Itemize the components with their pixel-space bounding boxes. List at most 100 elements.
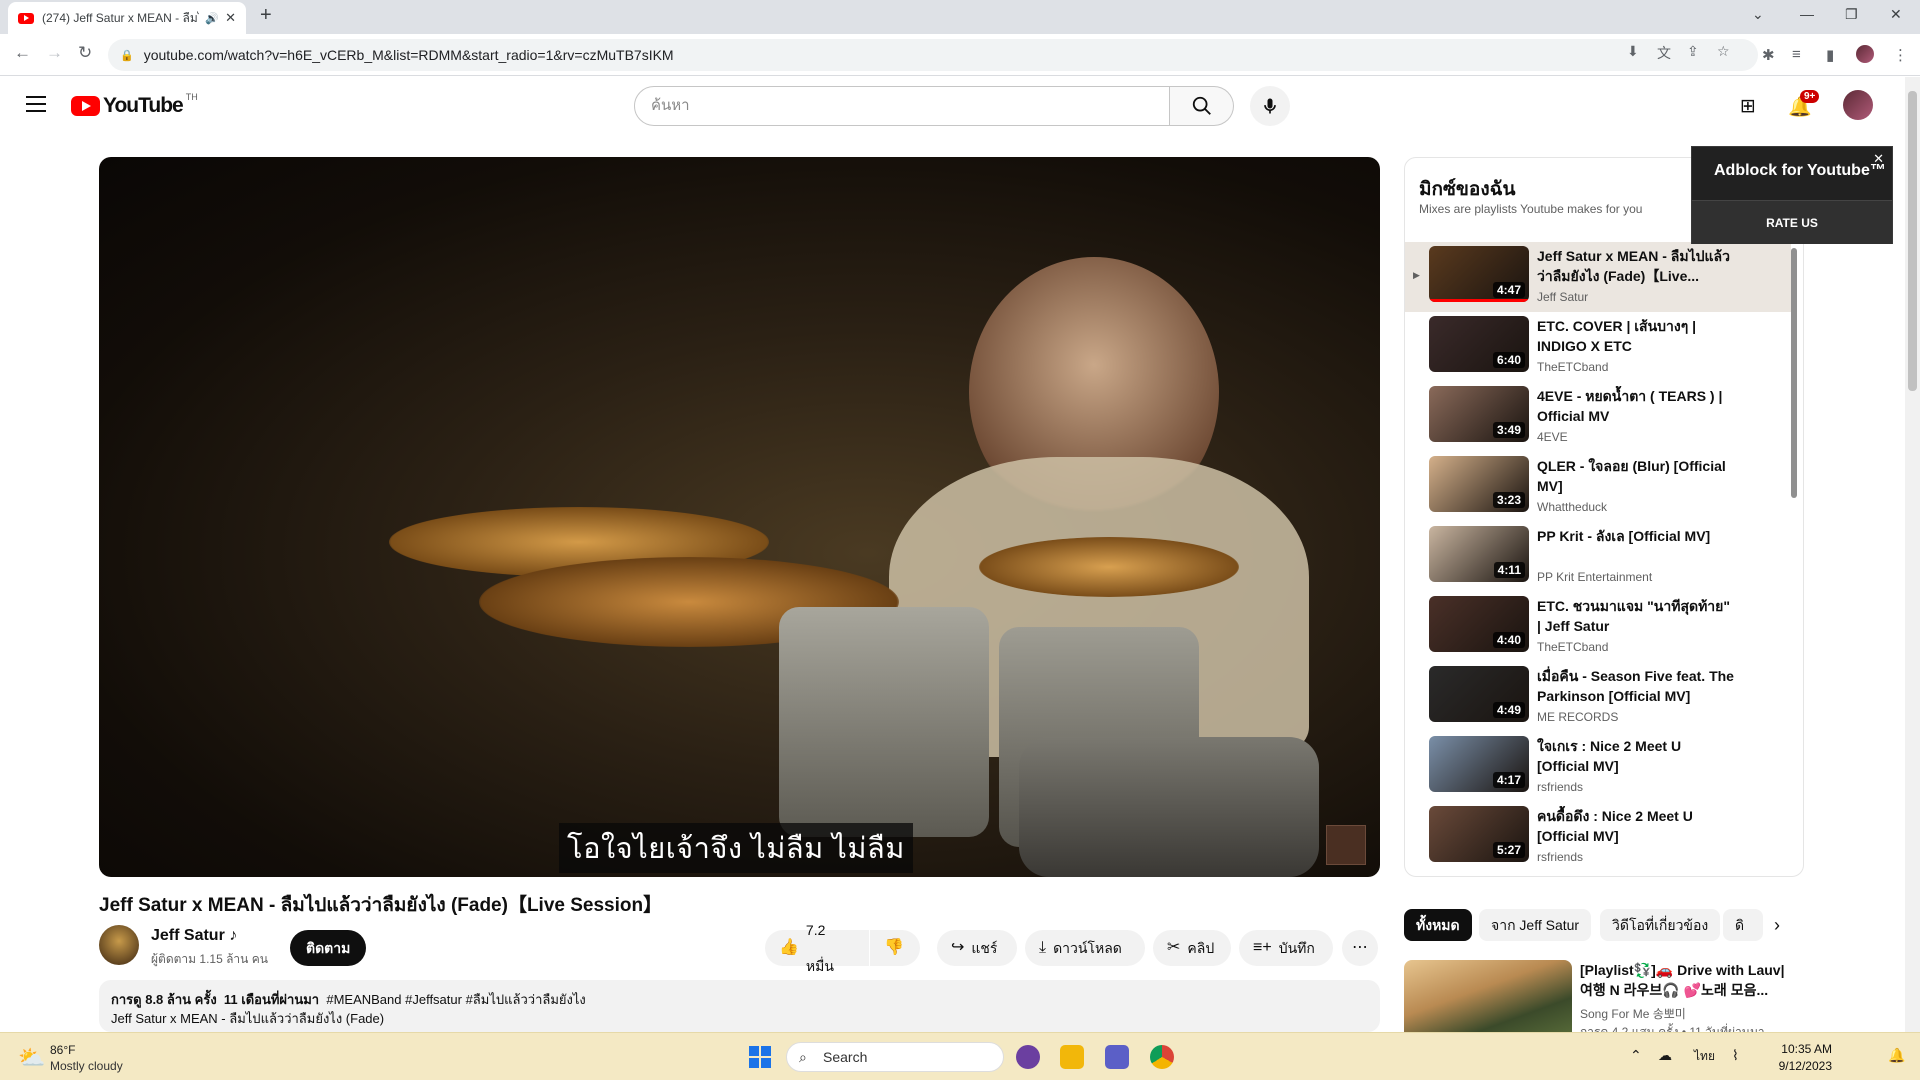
youtube-logo[interactable]: YouTube TH: [71, 92, 198, 118]
playlist-scrollbar[interactable]: [1791, 248, 1797, 498]
hashtags[interactable]: #MEANBand #Jeffsatur #ลืมไปแล้วว่าลืมยัง…: [326, 992, 585, 1007]
forward-icon[interactable]: →: [46, 43, 63, 63]
playlist-item-channel[interactable]: ME RECORDS: [1537, 710, 1618, 724]
notification-center-icon[interactable]: 🔔: [1888, 1047, 1905, 1064]
guide-menu-icon[interactable]: [26, 96, 46, 112]
voice-search-button[interactable]: [1250, 86, 1290, 126]
playlist-item-title[interactable]: ใจเกเร : Nice 2 Meet U [Official MV]: [1537, 736, 1737, 776]
minimize-icon[interactable]: —: [1800, 6, 1814, 22]
playlist-item[interactable]: 4:11 PP Krit - ลังเล [Official MV] PP Krit…: [1405, 522, 1791, 592]
dislike-button[interactable]: 👎: [870, 930, 920, 966]
playlist-item-title[interactable]: Jeff Satur x MEAN - ลืมไปแล้วว่าลืมยังไง…: [1537, 246, 1737, 286]
video-player[interactable]: โอใจไยเจ้าจึง ไม่ลืม ไม่ลืม: [99, 157, 1380, 877]
playlist-item[interactable]: 4:40 ETC. ชวนมาแจม "นาทีสุดท้าย" | Jeff S…: [1405, 592, 1791, 662]
playlist-item[interactable]: ▶ 4:47 Jeff Satur x MEAN - ลืมไปแล้วว่าลืม…: [1405, 242, 1791, 312]
playlist-item[interactable]: 4:17 ใจเกเร : Nice 2 Meet U [Official MV]…: [1405, 732, 1791, 802]
chip-from-channel[interactable]: จาก Jeff Satur: [1479, 909, 1592, 941]
bookmark-star-icon[interactable]: ☆: [1717, 43, 1730, 60]
channel-watermark[interactable]: [1326, 825, 1366, 865]
playlist-item[interactable]: 3:49 4EVE - หยดน้ำตา ( TEARS ) | Official…: [1405, 382, 1791, 452]
playlist-item-thumbnail[interactable]: 4:17: [1429, 736, 1529, 792]
tab-audio-icon[interactable]: 🔊: [205, 12, 219, 25]
media-queue-icon[interactable]: ≡: [1792, 46, 1801, 63]
window-close-icon[interactable]: ✕: [1890, 6, 1902, 23]
github-app-icon[interactable]: [1016, 1045, 1040, 1069]
playlist-item-thumbnail[interactable]: 3:49: [1429, 386, 1529, 442]
playlist-item-thumbnail[interactable]: 6:40: [1429, 316, 1529, 372]
playlist-item-thumbnail[interactable]: 4:40: [1429, 596, 1529, 652]
tab-close-icon[interactable]: ✕: [225, 10, 236, 26]
playlist-item[interactable]: 3:23 QLER - ใจลอย (Blur) [Official MV] Wha…: [1405, 452, 1791, 522]
playlist-item[interactable]: 5:27 คนดื้อดึง : Nice 2 Meet U [Official …: [1405, 802, 1791, 872]
playlist-item-title[interactable]: Jeff Satur - ลืมไปแล้วว่าลืมยังไง: [1537, 876, 1737, 877]
playlist-item-title[interactable]: เมื่อคืน - Season Five feat. The Parkins…: [1537, 666, 1737, 706]
playlist-item-channel[interactable]: TheETCband: [1537, 640, 1608, 654]
windows-start-icon[interactable]: [749, 1046, 771, 1068]
extensions-puzzle-icon[interactable]: ✱: [1762, 46, 1775, 64]
back-icon[interactable]: ←: [14, 43, 31, 63]
playlist-item-channel[interactable]: 4EVE: [1537, 430, 1568, 444]
chip-related[interactable]: วิดีโอที่เกี่ยวข้อง: [1600, 909, 1721, 941]
playlist-item-channel[interactable]: rsfriends: [1537, 850, 1583, 864]
page-scrollbar[interactable]: [1905, 77, 1920, 1032]
rate-us-button[interactable]: RATE US: [1692, 200, 1892, 244]
playlist-item-thumbnail[interactable]: 4:49: [1429, 666, 1529, 722]
playlist-item-channel[interactable]: Jeff Satur: [1537, 290, 1588, 304]
playlist-item-title[interactable]: คนดื้อดึง : Nice 2 Meet U [Official MV]: [1537, 806, 1737, 846]
share-button[interactable]: ↪ แชร์: [937, 930, 1017, 966]
profile-avatar-icon[interactable]: [1856, 45, 1874, 63]
playlist-item-thumbnail[interactable]: [1429, 876, 1529, 877]
reload-icon[interactable]: ↻: [78, 43, 92, 63]
playlist-item-channel[interactable]: TheETCband: [1537, 360, 1608, 374]
address-url[interactable]: youtube.com/watch?v=h6E_vCERb_M&list=RDM…: [144, 47, 674, 63]
search-input[interactable]: ค้นหา: [634, 86, 1170, 126]
chip-all[interactable]: ทั้งหมด: [1404, 909, 1472, 941]
lock-icon[interactable]: 🔒: [120, 49, 134, 62]
wifi-icon[interactable]: ⌇: [1732, 1047, 1739, 1064]
playlist-item-title[interactable]: 4EVE - หยดน้ำตา ( TEARS ) | Official MV: [1537, 386, 1737, 426]
weather-temp[interactable]: 86°F: [50, 1043, 75, 1057]
browser-tab-active[interactable]: (274) Jeff Satur x MEAN - ลืมไปแล้ว 🔊 ✕: [8, 2, 246, 34]
tab-search-chevron-icon[interactable]: ⌄: [1752, 6, 1764, 23]
channel-avatar[interactable]: [99, 925, 139, 965]
weather-cloud-icon[interactable]: ⛅: [18, 1045, 45, 1071]
clock-time[interactable]: 10:35 AM: [1762, 1042, 1832, 1056]
browser-menu-icon[interactable]: ⋮: [1893, 46, 1908, 64]
download-button[interactable]: ⤓ ดาวน์โหลด: [1025, 930, 1145, 966]
chip-more[interactable]: ดิ: [1723, 909, 1763, 941]
taskbar-search[interactable]: ⌕ Search: [786, 1042, 1004, 1072]
address-bar[interactable]: 🔒 youtube.com/watch?v=h6E_vCERb_M&list=R…: [108, 39, 1758, 71]
search-button[interactable]: [1170, 86, 1234, 126]
playlist-item-thumbnail[interactable]: 5:27: [1429, 806, 1529, 862]
related-video-title[interactable]: [Playlist💱]🚗 Drive with Lauv| 여행 N 라우브🎧 …: [1580, 960, 1790, 1000]
playlist-item-thumbnail[interactable]: 4:11: [1429, 526, 1529, 582]
playlist-item-title[interactable]: QLER - ใจลอย (Blur) [Official MV]: [1537, 456, 1737, 496]
subscribe-button[interactable]: ติดตาม: [290, 930, 367, 966]
playlist-item-title[interactable]: ETC. ชวนมาแจม "นาทีสุดท้าย" | Jeff Satur: [1537, 596, 1737, 636]
save-button[interactable]: ≡+ บันทึก: [1239, 930, 1333, 966]
description-box[interactable]: การดู 8.8 ล้าน ครั้ง 11 เดือนที่ผ่านมา #…: [99, 980, 1380, 1032]
playlist-item[interactable]: 4:49 เมื่อคืน - Season Five feat. The Par…: [1405, 662, 1791, 732]
playlist-item-thumbnail[interactable]: 4:47: [1429, 246, 1529, 302]
playlist-item[interactable]: 6:40 ETC. COVER | เส้นบางๆ | INDIGO X ETC…: [1405, 312, 1791, 382]
channel-name[interactable]: Jeff Satur ♪: [151, 927, 237, 945]
side-panel-icon[interactable]: ▮: [1826, 46, 1834, 64]
file-explorer-icon[interactable]: [1060, 1045, 1084, 1069]
onedrive-icon[interactable]: ☁: [1658, 1047, 1672, 1064]
chevron-right-icon[interactable]: ›: [1774, 915, 1780, 936]
create-video-icon[interactable]: ⊞: [1740, 95, 1756, 118]
playlist-item-title[interactable]: ETC. COVER | เส้นบางๆ | INDIGO X ETC: [1537, 316, 1737, 356]
page-scrollbar-thumb[interactable]: [1908, 91, 1917, 391]
maximize-icon[interactable]: ❐: [1845, 6, 1858, 23]
playlist-item-channel[interactable]: Whattheduck: [1537, 500, 1607, 514]
playlist-item-channel[interactable]: PP Krit Entertainment: [1537, 570, 1652, 584]
playlist-item-thumbnail[interactable]: 3:23: [1429, 456, 1529, 512]
tray-overflow-icon[interactable]: ⌃: [1630, 1047, 1642, 1064]
clock-date[interactable]: 9/12/2023: [1762, 1059, 1832, 1073]
playlist-item-channel[interactable]: rsfriends: [1537, 780, 1583, 794]
new-tab-icon[interactable]: +: [260, 4, 272, 27]
more-actions-button[interactable]: ⋯: [1342, 930, 1378, 966]
playlist-title[interactable]: มิกซ์ของฉัน: [1419, 174, 1516, 204]
related-video-channel[interactable]: Song For Me 송뽀미: [1580, 1005, 1686, 1022]
playlist-item[interactable]: Jeff Satur - ลืมไปแล้วว่าลืมยังไง: [1405, 872, 1791, 877]
